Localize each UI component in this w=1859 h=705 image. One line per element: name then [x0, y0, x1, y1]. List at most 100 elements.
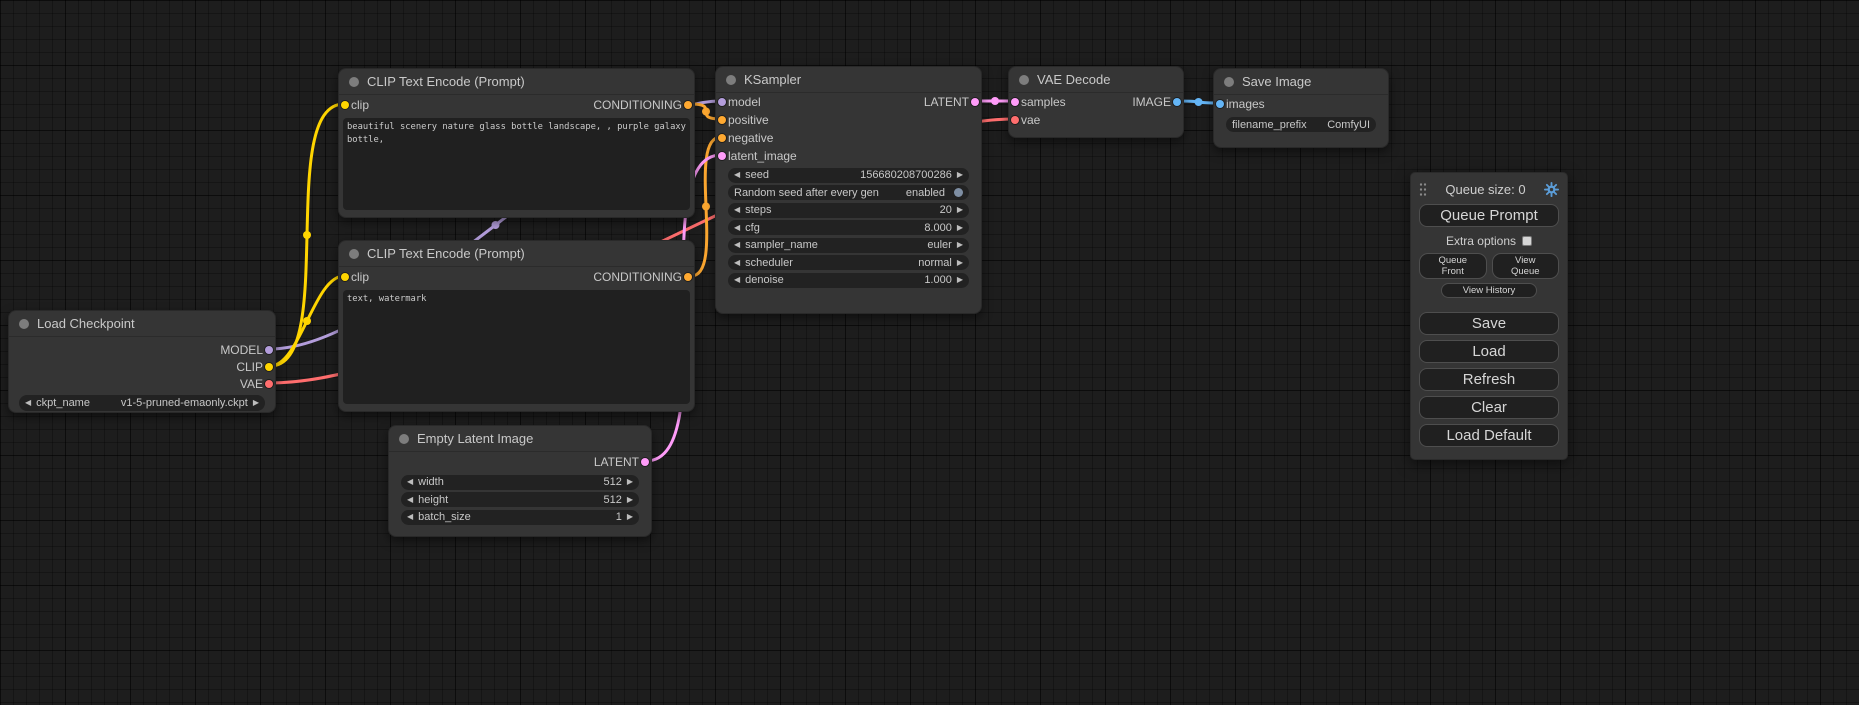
vae-decode-node[interactable]: VAE Decode samples IMAGE vae — [1008, 66, 1184, 138]
widget-value: 1.000 — [924, 274, 952, 286]
node-title-bar[interactable]: Load Checkpoint — [9, 311, 275, 337]
width-widget[interactable]: ◀ width 512 ▶ — [401, 475, 639, 490]
queue-prompt-button[interactable]: Queue Prompt — [1419, 204, 1559, 227]
latent-output-port[interactable] — [971, 98, 979, 106]
node-graph-canvas[interactable]: Load Checkpoint MODEL CLIP VAE ◀ ckpt_na… — [0, 0, 1859, 705]
increment-arrow-icon[interactable]: ▶ — [627, 496, 633, 504]
decrement-arrow-icon[interactable]: ◀ — [734, 241, 740, 249]
clip-text-encode-negative-node[interactable]: CLIP Text Encode (Prompt) clip CONDITION… — [338, 240, 695, 412]
vae-output-port[interactable] — [265, 380, 273, 388]
node-title-bar[interactable]: Empty Latent Image — [389, 426, 651, 452]
decrement-arrow-icon[interactable]: ◀ — [734, 224, 740, 232]
random-seed-toggle-widget[interactable]: Random seed after every gen enabled — [728, 185, 969, 200]
node-title: Load Checkpoint — [37, 316, 135, 331]
queue-front-button[interactable]: Queue Front — [1419, 253, 1487, 279]
node-title-bar[interactable]: CLIP Text Encode (Prompt) — [339, 69, 694, 95]
latent-output-port[interactable] — [641, 458, 649, 466]
vae-input-port[interactable] — [1011, 116, 1019, 124]
decrement-arrow-icon[interactable]: ◀ — [734, 259, 740, 267]
node-title: Empty Latent Image — [417, 431, 533, 446]
view-history-button[interactable]: View History — [1441, 283, 1537, 298]
collapse-toggle-icon[interactable] — [399, 434, 409, 444]
increment-arrow-icon[interactable]: ▶ — [957, 259, 963, 267]
widget-value: enabled — [906, 187, 945, 199]
decrement-arrow-icon[interactable]: ◀ — [734, 171, 740, 179]
increment-arrow-icon[interactable]: ▶ — [957, 276, 963, 284]
increment-arrow-icon[interactable]: ▶ — [253, 399, 259, 407]
model-output-port[interactable] — [265, 346, 273, 354]
refresh-button[interactable]: Refresh — [1419, 368, 1559, 391]
batch-size-widget[interactable]: ◀ batch_size 1 ▶ — [401, 510, 639, 525]
denoise-widget[interactable]: ◀ denoise 1.000 ▶ — [728, 273, 969, 288]
load-button[interactable]: Load — [1419, 340, 1559, 363]
comfy-menu-panel: Queue size: 0 Queue Prompt Extra options… — [1410, 172, 1568, 460]
increment-arrow-icon[interactable]: ▶ — [957, 241, 963, 249]
height-widget[interactable]: ◀ height 512 ▶ — [401, 492, 639, 507]
seed-widget[interactable]: ◀ seed 156680208700286 ▶ — [728, 168, 969, 183]
empty-latent-image-node[interactable]: Empty Latent Image LATENT ◀ width 512 ▶ … — [388, 425, 652, 537]
widget-label: batch_size — [418, 511, 471, 523]
menu-drag-handle-icon[interactable] — [1419, 182, 1427, 197]
positive-input-port[interactable] — [718, 116, 726, 124]
clip-output-port[interactable] — [265, 363, 273, 371]
decrement-arrow-icon[interactable]: ◀ — [407, 513, 413, 521]
node-title-bar[interactable]: CLIP Text Encode (Prompt) — [339, 241, 694, 267]
collapse-toggle-icon[interactable] — [19, 319, 29, 329]
load-checkpoint-node[interactable]: Load Checkpoint MODEL CLIP VAE ◀ ckpt_na… — [8, 310, 276, 413]
save-image-node[interactable]: Save Image images filename_prefix ComfyU… — [1213, 68, 1389, 148]
negative-input-port[interactable] — [718, 134, 726, 142]
view-queue-button[interactable]: View Queue — [1492, 253, 1560, 279]
widget-label: denoise — [745, 274, 784, 286]
toggle-knob-icon[interactable] — [954, 188, 963, 197]
images-input-port[interactable] — [1216, 100, 1224, 108]
widget-value: 20 — [940, 204, 952, 216]
negative-prompt-textarea[interactable]: text, watermark — [343, 290, 690, 404]
increment-arrow-icon[interactable]: ▶ — [627, 513, 633, 521]
collapse-toggle-icon[interactable] — [349, 249, 359, 259]
widget-value: ComfyUI — [1327, 119, 1370, 131]
decrement-arrow-icon[interactable]: ◀ — [407, 496, 413, 504]
collapse-toggle-icon[interactable] — [349, 77, 359, 87]
clip-input-port[interactable] — [341, 101, 349, 109]
conditioning-output-port[interactable] — [684, 273, 692, 281]
collapse-toggle-icon[interactable] — [1019, 75, 1029, 85]
node-title-bar[interactable]: KSampler — [716, 67, 981, 93]
widget-value: v1-5-pruned-emaonly.ckpt — [121, 397, 248, 409]
load-default-button[interactable]: Load Default — [1419, 424, 1559, 447]
extra-options-checkbox[interactable] — [1522, 236, 1532, 246]
node-title-bar[interactable]: VAE Decode — [1009, 67, 1183, 93]
clip-input-port[interactable] — [341, 273, 349, 281]
clear-button[interactable]: Clear — [1419, 396, 1559, 419]
steps-widget[interactable]: ◀ steps 20 ▶ — [728, 203, 969, 218]
increment-arrow-icon[interactable]: ▶ — [957, 224, 963, 232]
slot-row: images — [1214, 95, 1388, 113]
image-output-port[interactable] — [1173, 98, 1181, 106]
save-button[interactable]: Save — [1419, 312, 1559, 335]
positive-prompt-textarea[interactable]: beautiful scenery nature glass bottle la… — [343, 118, 690, 210]
slot-row: negative — [716, 129, 981, 147]
scheduler-widget[interactable]: ◀ scheduler normal ▶ — [728, 255, 969, 270]
decrement-arrow-icon[interactable]: ◀ — [25, 399, 31, 407]
decrement-arrow-icon[interactable]: ◀ — [734, 206, 740, 214]
output-slot-row: LATENT — [389, 452, 651, 472]
clip-text-encode-positive-node[interactable]: CLIP Text Encode (Prompt) clip CONDITION… — [338, 68, 695, 218]
collapse-toggle-icon[interactable] — [1224, 77, 1234, 87]
filename-prefix-widget[interactable]: filename_prefix ComfyUI — [1226, 117, 1376, 132]
latent-image-input-port[interactable] — [718, 152, 726, 160]
increment-arrow-icon[interactable]: ▶ — [957, 206, 963, 214]
increment-arrow-icon[interactable]: ▶ — [627, 478, 633, 486]
samples-input-port[interactable] — [1011, 98, 1019, 106]
node-title-bar[interactable]: Save Image — [1214, 69, 1388, 95]
cfg-widget[interactable]: ◀ cfg 8.000 ▶ — [728, 220, 969, 235]
conditioning-output-port[interactable] — [684, 101, 692, 109]
decrement-arrow-icon[interactable]: ◀ — [734, 276, 740, 284]
model-input-port[interactable] — [718, 98, 726, 106]
decrement-arrow-icon[interactable]: ◀ — [407, 478, 413, 486]
ksampler-node[interactable]: KSampler model LATENT positive negative … — [715, 66, 982, 314]
settings-gear-icon[interactable] — [1544, 182, 1559, 197]
ckpt-name-widget[interactable]: ◀ ckpt_name v1-5-pruned-emaonly.ckpt ▶ — [19, 395, 265, 411]
increment-arrow-icon[interactable]: ▶ — [957, 171, 963, 179]
sampler-name-widget[interactable]: ◀ sampler_name euler ▶ — [728, 238, 969, 253]
widget-label: filename_prefix — [1232, 119, 1307, 131]
collapse-toggle-icon[interactable] — [726, 75, 736, 85]
